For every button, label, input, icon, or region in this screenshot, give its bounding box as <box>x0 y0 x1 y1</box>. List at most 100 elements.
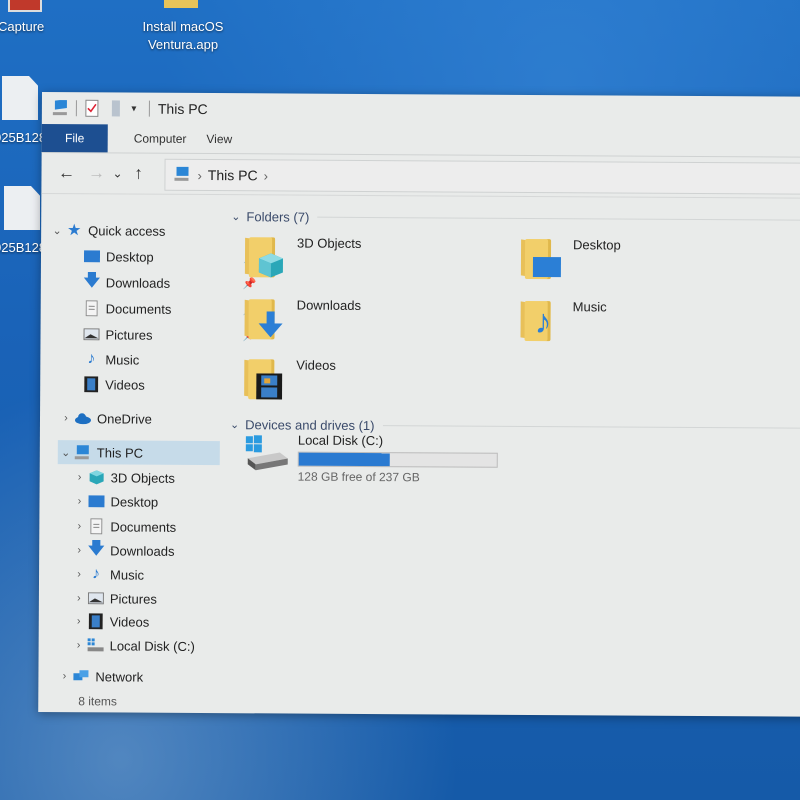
chevron-right-icon[interactable]: › <box>58 412 74 424</box>
sidebar-item-music-pc[interactable]: › ♪ Music <box>71 562 144 586</box>
folder-icon <box>164 0 198 8</box>
sidebar-item-pictures[interactable]: Pictures 📌 <box>82 322 256 346</box>
chevron-down-icon[interactable]: ⌄ <box>58 446 74 459</box>
folder-label: Downloads <box>296 297 362 313</box>
sidebar-item-label: Documents <box>110 518 177 535</box>
folder-label: Music <box>572 299 607 315</box>
sidebar-item-videos[interactable]: Videos <box>82 372 145 396</box>
drive-label: Local Disk (C:) <box>297 432 384 449</box>
sidebar-item-this-pc[interactable]: ⌄ This PC <box>57 440 220 466</box>
chevron-right-icon[interactable]: › <box>72 471 88 483</box>
chevron-right-icon[interactable]: › <box>71 592 87 604</box>
desktop-icon-label: 025B128 <box>0 130 47 145</box>
drive-usage-bar <box>297 451 498 468</box>
breadcrumb-separator-icon[interactable]: › <box>197 167 201 182</box>
toolbar-separator <box>148 100 150 117</box>
breadcrumb-chevron-icon[interactable]: › <box>264 168 268 183</box>
recent-locations-button[interactable]: ⌄ <box>109 160 125 186</box>
desktop-icon <box>83 248 101 264</box>
navigation-bar: ← → ⌄ ↑ › This PC › <box>41 152 800 199</box>
file-icon <box>2 76 38 120</box>
properties-icon[interactable] <box>83 99 101 117</box>
videos-folder-icon <box>244 355 292 403</box>
address-bar[interactable]: › This PC › <box>164 158 800 195</box>
tab-computer[interactable]: Computer <box>108 124 201 153</box>
breadcrumb-this-pc[interactable]: This PC <box>208 167 258 183</box>
download-icon: 🡇 <box>83 271 101 289</box>
back-button[interactable]: ← <box>53 160 79 186</box>
chevron-down-icon[interactable]: ⌄ <box>49 224 65 237</box>
chevron-right-icon[interactable]: › <box>71 544 87 556</box>
drive-usage-fill <box>298 452 390 467</box>
sidebar-item-label: Videos <box>105 376 145 393</box>
sidebar-item-onedrive[interactable]: › OneDrive <box>58 406 152 431</box>
sidebar-item-label: Music <box>110 566 145 583</box>
sidebar-item-pictures-pc[interactable]: › Pictures <box>71 586 157 611</box>
tab-file[interactable]: File <box>41 123 108 153</box>
status-item-count: 8 items <box>78 694 118 709</box>
chevron-down-icon[interactable]: ⌄ <box>230 418 239 431</box>
network-icon <box>72 668 90 684</box>
chevron-right-icon[interactable]: › <box>71 615 87 627</box>
divider <box>382 425 800 429</box>
chevron-right-icon[interactable]: › <box>71 639 87 651</box>
up-button[interactable]: ↑ <box>125 161 151 187</box>
sidebar-item-documents-pc[interactable]: › Documents <box>71 514 176 539</box>
folder-label: Desktop <box>573 237 621 253</box>
sidebar-item-network[interactable]: › Network <box>56 664 144 689</box>
folder-music[interactable]: ♪ Music <box>520 297 607 346</box>
sidebar-item-quick-access[interactable]: ⌄ ★ Quick access <box>49 218 166 243</box>
music-folder-icon: ♪ <box>520 297 568 345</box>
sidebar-item-desktop[interactable]: Desktop 📌 <box>83 244 257 268</box>
drive-icon <box>87 637 105 653</box>
file-icon <box>4 186 40 230</box>
capture-app-icon <box>8 0 42 12</box>
sidebar-item-label: Pictures <box>105 326 153 343</box>
customize-toolbar-dropdown-icon[interactable]: ▾ <box>125 100 143 118</box>
chevron-down-icon[interactable]: ⌄ <box>231 210 240 223</box>
folder-desktop[interactable]: Desktop <box>520 235 621 284</box>
divider <box>317 216 800 221</box>
computer-icon[interactable] <box>52 99 70 117</box>
folders-group-header[interactable]: ⌄ Folders (7) <box>231 209 800 228</box>
drive-local-disk-c[interactable]: Local Disk (C:) 128 GB free of 237 GB <box>244 432 498 485</box>
sidebar-item-local-disk[interactable]: › Local Disk (C:) <box>71 633 195 658</box>
sidebar-item-desktop-pc[interactable]: › Desktop <box>71 489 159 514</box>
this-pc-icon <box>173 165 191 184</box>
tab-view[interactable]: View <box>200 125 246 153</box>
desktop-icon-label: 025B128 <box>0 240 47 255</box>
drive-free-space: 128 GB free of 237 GB <box>297 469 420 485</box>
desktop-icon-label-line1: Install macOS <box>142 19 224 34</box>
ribbon-tabs: File Computer View <box>41 123 800 158</box>
forward-button[interactable]: → <box>83 160 109 186</box>
cloud-icon <box>74 410 92 426</box>
folder-downloads[interactable]: Downloads <box>244 295 361 344</box>
chevron-right-icon[interactable]: › <box>71 495 87 507</box>
folder-videos[interactable]: Videos <box>244 355 336 404</box>
3d-objects-folder-icon <box>244 233 293 281</box>
chevron-right-icon[interactable]: › <box>56 670 72 682</box>
computer-icon <box>74 444 92 460</box>
sidebar-item-documents[interactable]: Documents 📌 <box>83 296 256 321</box>
sidebar-item-downloads-pc[interactable]: › 🡇 Downloads <box>71 538 174 563</box>
folder-3d-objects[interactable]: 3D Objects <box>244 233 362 282</box>
desktop-icon <box>87 493 105 509</box>
sidebar-item-3d-objects[interactable]: › 3D Objects <box>72 465 175 490</box>
chevron-right-icon[interactable]: › <box>71 520 87 532</box>
group-header-label: Devices and drives (1) <box>245 417 375 434</box>
sidebar-item-label: Videos <box>109 613 150 630</box>
sidebar-item-downloads[interactable]: 🡇 Downloads 📌 <box>83 270 257 295</box>
cube-icon <box>88 469 106 485</box>
sidebar-item-label: Network <box>95 668 144 685</box>
music-icon: ♪ <box>87 350 96 368</box>
toolbar-separator <box>75 100 77 117</box>
sidebar-item-music[interactable]: ♪ Music <box>82 347 139 371</box>
desktop-icon-label-line2: Ventura.app <box>147 37 219 52</box>
content-pane: ⌄ Folders (7) 3D Objects Desktop Downloa <box>220 195 800 693</box>
new-folder-icon[interactable] <box>107 99 125 117</box>
sidebar-item-label: Desktop <box>105 248 154 265</box>
sidebar-item-videos-pc[interactable]: › Videos <box>71 609 150 633</box>
chevron-right-icon[interactable]: › <box>71 568 87 580</box>
document-icon <box>83 300 101 317</box>
sidebar-item-label: Pictures <box>109 590 157 607</box>
